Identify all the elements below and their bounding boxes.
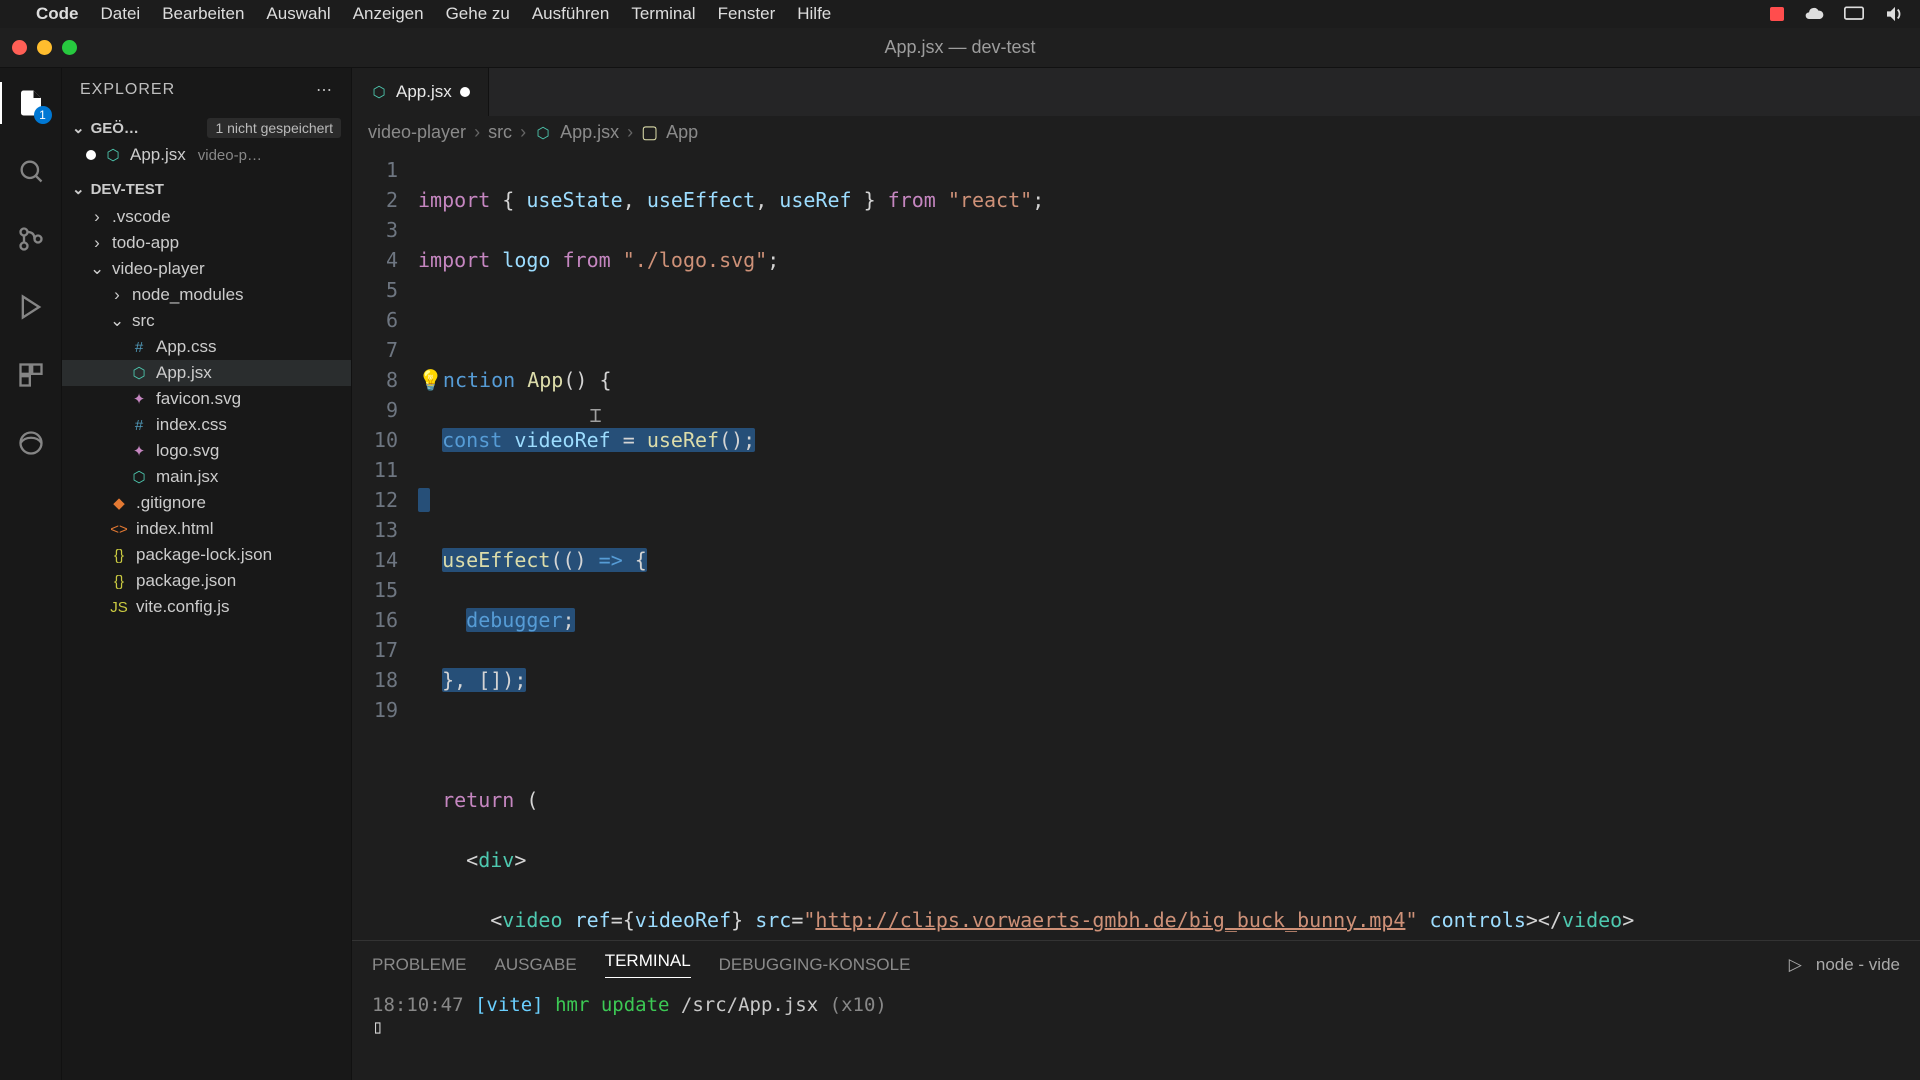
file-item[interactable]: #App.css bbox=[62, 334, 351, 360]
window-maximize-icon[interactable] bbox=[62, 40, 77, 55]
tab-app-jsx[interactable]: ⬡ App.jsx bbox=[352, 68, 489, 116]
menu-window[interactable]: Fenster bbox=[718, 4, 776, 24]
activity-debug-icon[interactable] bbox=[14, 290, 48, 324]
file-tree: ›.vscode›todo-app⌄video-player›node_modu… bbox=[62, 202, 351, 622]
symbol-icon: ▢ bbox=[641, 122, 658, 143]
open-editors-header[interactable]: ⌄ GEÖ… 1 nicht gespeichert bbox=[62, 114, 351, 142]
open-editor-item[interactable]: ⬡ App.jsx video-p… bbox=[62, 142, 351, 168]
file-item[interactable]: ✦favicon.svg bbox=[62, 386, 351, 412]
sidebar-title: EXPLORER bbox=[80, 81, 175, 99]
panel-tab-problems[interactable]: PROBLEME bbox=[372, 955, 466, 975]
file-item[interactable]: JSvite.config.js bbox=[62, 594, 351, 620]
activity-scm-icon[interactable] bbox=[14, 222, 48, 256]
file-item[interactable]: ⬡main.jsx bbox=[62, 464, 351, 490]
file-item[interactable]: ✦logo.svg bbox=[62, 438, 351, 464]
menu-edit[interactable]: Bearbeiten bbox=[162, 4, 244, 24]
activity-edge-icon[interactable] bbox=[14, 426, 48, 460]
panel-tab-output[interactable]: AUSGABE bbox=[494, 955, 576, 975]
unsaved-badge: 1 nicht gespeichert bbox=[207, 118, 341, 138]
file-item[interactable]: ◆.gitignore bbox=[62, 490, 351, 516]
window-minimize-icon[interactable] bbox=[37, 40, 52, 55]
file-item[interactable]: ⬡App.jsx bbox=[62, 360, 351, 386]
react-icon: ⬡ bbox=[370, 83, 388, 101]
file-item[interactable]: {}package-lock.json bbox=[62, 542, 351, 568]
editor-area: ⬡ App.jsx video-player› src› ⬡ App.jsx› … bbox=[352, 68, 1920, 1080]
terminal-launch-icon[interactable]: ▷ bbox=[1789, 955, 1802, 975]
react-icon: ⬡ bbox=[534, 124, 552, 142]
folder-item[interactable]: ›.vscode bbox=[62, 204, 351, 230]
folder-item[interactable]: ⌄video-player bbox=[62, 256, 351, 282]
terminal-profile-label[interactable]: node - vide bbox=[1816, 955, 1900, 975]
react-icon: ⬡ bbox=[104, 146, 122, 164]
modified-dot-icon bbox=[86, 150, 96, 160]
activity-search-icon[interactable] bbox=[14, 154, 48, 188]
volume-icon[interactable] bbox=[1884, 6, 1906, 22]
project-header[interactable]: ⌄ DEV-TEST bbox=[62, 176, 351, 202]
status-indicator-icon[interactable] bbox=[1770, 7, 1784, 21]
activity-bar: 1 bbox=[0, 68, 62, 1080]
file-item[interactable]: <>index.html bbox=[62, 516, 351, 542]
menu-file[interactable]: Datei bbox=[101, 4, 141, 24]
menu-selection[interactable]: Auswahl bbox=[266, 4, 330, 24]
panel-tab-terminal[interactable]: TERMINAL bbox=[605, 951, 691, 978]
menu-help[interactable]: Hilfe bbox=[797, 4, 831, 24]
modified-dot-icon bbox=[460, 87, 470, 97]
macos-menubar: Code Datei Bearbeiten Auswahl Anzeigen G… bbox=[0, 0, 1920, 28]
activity-explorer-icon[interactable]: 1 bbox=[14, 86, 48, 120]
file-item[interactable]: {}package.json bbox=[62, 568, 351, 594]
window-close-icon[interactable] bbox=[12, 40, 27, 55]
folder-item[interactable]: ⌄src bbox=[62, 308, 351, 334]
explorer-badge: 1 bbox=[34, 106, 52, 124]
code-editor[interactable]: import { useState, useEffect, useRef } f… bbox=[410, 149, 1920, 940]
folder-item[interactable]: ›todo-app bbox=[62, 230, 351, 256]
terminal-body[interactable]: 18:10:47 [vite] hmr update /src/App.jsx … bbox=[352, 978, 1920, 1080]
menu-run[interactable]: Ausführen bbox=[532, 4, 610, 24]
explorer-sidebar: EXPLORER ⋯ ⌄ GEÖ… 1 nicht gespeichert ⬡ … bbox=[62, 68, 352, 1080]
panel-tab-debug-console[interactable]: DEBUGGING-KONSOLE bbox=[719, 955, 911, 975]
text-cursor-icon: Ꮖ bbox=[590, 402, 602, 432]
activity-extensions-icon[interactable] bbox=[14, 358, 48, 392]
sidebar-more-icon[interactable]: ⋯ bbox=[316, 80, 333, 100]
folder-item[interactable]: ›node_modules bbox=[62, 282, 351, 308]
editor-tabs: ⬡ App.jsx bbox=[352, 68, 1920, 116]
display-icon[interactable] bbox=[1844, 6, 1864, 22]
menubar-app[interactable]: Code bbox=[36, 4, 79, 24]
cloud-icon[interactable] bbox=[1804, 4, 1824, 24]
line-gutter: 12345678910111213141516171819 bbox=[352, 149, 410, 940]
breadcrumbs[interactable]: video-player› src› ⬡ App.jsx› ▢ App bbox=[352, 116, 1920, 149]
menu-goto[interactable]: Gehe zu bbox=[446, 4, 510, 24]
file-item[interactable]: #index.css bbox=[62, 412, 351, 438]
window-titlebar: App.jsx — dev-test bbox=[0, 28, 1920, 68]
menu-terminal[interactable]: Terminal bbox=[631, 4, 695, 24]
bottom-panel: PROBLEME AUSGABE TERMINAL DEBUGGING-KONS… bbox=[352, 940, 1920, 1080]
window-title: App.jsx — dev-test bbox=[884, 37, 1035, 58]
menu-view[interactable]: Anzeigen bbox=[353, 4, 424, 24]
